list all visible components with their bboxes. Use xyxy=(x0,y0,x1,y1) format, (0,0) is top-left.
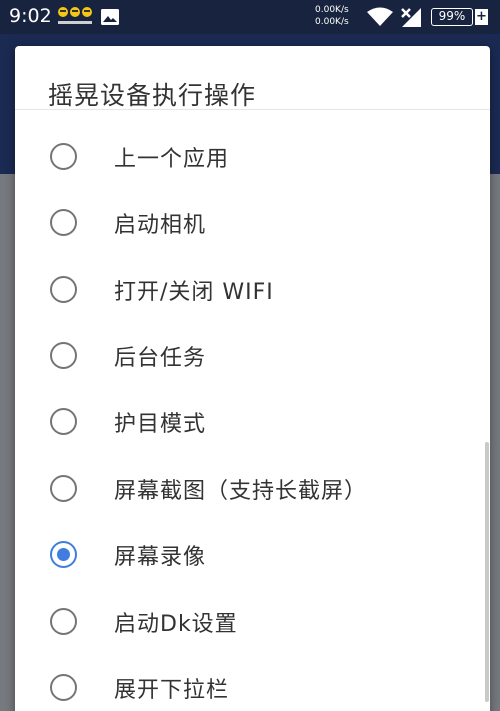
option-eye-protection[interactable]: 护目模式 xyxy=(15,388,490,454)
status-bar: 9:02 0.00K/s 0.00K/s 99% + xyxy=(0,0,500,34)
shake-action-dialog: 摇晃设备执行操作 上一个应用 启动相机 打开/关闭 WIFI 后台任务 护目模式… xyxy=(15,46,490,711)
wifi-icon xyxy=(367,7,393,26)
option-screenshot[interactable]: 屏幕截图（支持长截屏） xyxy=(15,455,490,521)
option-launch-dk-settings[interactable]: 启动Dk设置 xyxy=(15,588,490,654)
radio-button-checked[interactable] xyxy=(50,541,77,568)
battery-charging-icon: + xyxy=(475,9,488,25)
dialog-title: 摇晃设备执行操作 xyxy=(48,81,257,110)
option-label: 屏幕截图（支持长截屏） xyxy=(114,479,368,504)
option-screen-record[interactable]: 屏幕录像 xyxy=(15,521,490,587)
dialog-scrollbar[interactable] xyxy=(485,442,489,702)
signal-off-icon xyxy=(401,8,421,27)
title-divider xyxy=(15,109,490,110)
status-time: 9:02 xyxy=(9,5,52,27)
radio-button[interactable] xyxy=(50,408,77,435)
option-label: 展开下拉栏 xyxy=(114,678,230,703)
net-speed-down: 0.00K/s xyxy=(315,17,349,27)
battery-indicator: 99% + xyxy=(431,8,488,26)
radio-selected-dot xyxy=(56,547,70,561)
option-label: 上一个应用 xyxy=(114,147,230,172)
battery-level: 99% xyxy=(431,8,473,26)
radio-button[interactable] xyxy=(50,475,77,502)
option-label: 后台任务 xyxy=(114,346,207,371)
radio-button[interactable] xyxy=(50,342,77,369)
option-previous-app[interactable]: 上一个应用 xyxy=(15,123,490,189)
option-toggle-wifi[interactable]: 打开/关闭 WIFI xyxy=(15,256,490,322)
option-label: 启动相机 xyxy=(114,213,207,238)
net-speed-up: 0.00K/s xyxy=(315,5,349,15)
image-notification-icon xyxy=(101,9,119,25)
emoji-notification-icon xyxy=(58,7,92,24)
radio-button[interactable] xyxy=(50,276,77,303)
option-expand-dropdown[interactable]: 展开下拉栏 xyxy=(15,654,490,711)
radio-button[interactable] xyxy=(50,143,77,170)
option-background-tasks[interactable]: 后台任务 xyxy=(15,322,490,388)
radio-button[interactable] xyxy=(50,674,77,701)
option-label: 护目模式 xyxy=(114,412,207,437)
radio-button[interactable] xyxy=(50,608,77,635)
option-launch-camera[interactable]: 启动相机 xyxy=(15,189,490,255)
network-speed: 0.00K/s 0.00K/s xyxy=(315,4,349,28)
radio-button[interactable] xyxy=(50,209,77,236)
option-label: 打开/关闭 WIFI xyxy=(114,280,274,305)
option-label: 启动Dk设置 xyxy=(114,612,238,637)
option-label: 屏幕录像 xyxy=(114,545,207,570)
